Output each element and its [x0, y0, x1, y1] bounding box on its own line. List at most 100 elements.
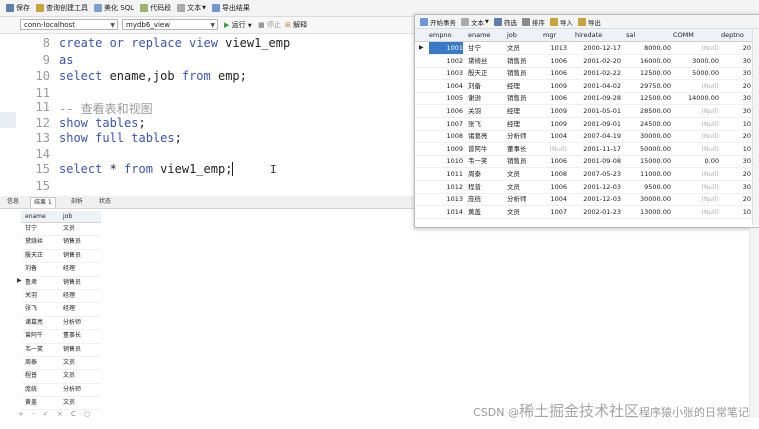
- table-cell[interactable]: 29750.00: [621, 80, 671, 92]
- table-row[interactable]: 诸葛亮 分析师: [21, 317, 101, 331]
- column-header[interactable]: job: [507, 29, 517, 41]
- table-cell[interactable]: 12500.00: [621, 92, 671, 104]
- table-cell[interactable]: 关羽: [21, 290, 59, 302]
- table-cell[interactable]: 文员: [59, 357, 97, 369]
- column-header[interactable]: ename: [21, 211, 59, 222]
- table-cell[interactable]: 1003: [429, 67, 463, 79]
- column-header[interactable]: ename: [468, 29, 490, 41]
- connection-select[interactable]: conn-localhost ▼: [20, 19, 118, 30]
- table-cell[interactable]: 分析师: [59, 317, 97, 329]
- table-cell[interactable]: 24500.00: [621, 118, 671, 130]
- table-row[interactable]: 鲁肃 销售员: [21, 277, 101, 290]
- table-row[interactable]: 韦一笑 销售员: [21, 344, 101, 357]
- column-header[interactable]: empno: [429, 29, 452, 41]
- table-cell[interactable]: 张飞: [468, 118, 504, 130]
- table-cell[interactable]: 1007: [533, 206, 567, 218]
- table-cell[interactable]: 殷天正: [21, 250, 59, 262]
- table-cell[interactable]: 0.00: [673, 155, 719, 167]
- table-cell[interactable]: 30: [721, 181, 751, 193]
- table-row[interactable]: 刘备 经理: [21, 263, 101, 277]
- table-cell[interactable]: 2001-04-02: [571, 80, 621, 92]
- table-cell[interactable]: 10: [721, 206, 751, 218]
- table-cell[interactable]: 2001-11-17: [571, 143, 621, 155]
- table-cell[interactable]: 程普: [468, 181, 504, 193]
- table-cell[interactable]: 3000.00: [673, 55, 719, 67]
- table-cell[interactable]: 1011: [429, 168, 463, 180]
- table-cell[interactable]: 30: [721, 55, 751, 67]
- table-row[interactable]: 甘宁 文员: [21, 223, 101, 237]
- table-cell[interactable]: 张飞: [21, 303, 59, 315]
- table-cell[interactable]: 1004: [429, 80, 463, 92]
- table-cell[interactable]: 10: [721, 143, 751, 155]
- table-row[interactable]: 殷天正 销售员: [21, 250, 101, 264]
- filter-button[interactable]: 筛选: [493, 17, 517, 27]
- table-cell[interactable]: 30000.00: [621, 193, 671, 205]
- export-result-button[interactable]: 导出结果: [211, 3, 250, 13]
- table-cell[interactable]: 2000-12-17: [571, 42, 621, 54]
- table-cell[interactable]: 经理: [59, 290, 97, 302]
- table-cell[interactable]: 1008: [429, 130, 463, 142]
- table-cell[interactable]: 刘备: [21, 263, 59, 275]
- table-cell[interactable]: 曾阿牛: [468, 143, 504, 155]
- table-cell[interactable]: 庞统: [468, 193, 504, 205]
- import-button[interactable]: 导入: [549, 17, 573, 27]
- table-row[interactable]: 周泰 文员: [21, 357, 101, 371]
- column-header[interactable]: job: [59, 211, 97, 222]
- table-cell[interactable]: 28500.00: [621, 105, 671, 117]
- table-cell[interactable]: 曾阿牛: [21, 330, 59, 342]
- table-cell[interactable]: 30000.00: [621, 130, 671, 142]
- table-cell[interactable]: 1010: [429, 155, 463, 167]
- table-cell[interactable]: 12500.00: [621, 67, 671, 79]
- column-header[interactable]: sal: [626, 29, 635, 41]
- begin-transaction-button[interactable]: 开始事务: [420, 17, 456, 27]
- code-snippet-button[interactable]: 代码段: [140, 3, 171, 13]
- export-button[interactable]: 导出: [577, 17, 601, 27]
- table-cell[interactable]: 2002-01-23: [571, 206, 621, 218]
- table-cell[interactable]: 5000.00: [673, 67, 719, 79]
- table-cell[interactable]: 20: [721, 80, 751, 92]
- table-cell[interactable]: (Null): [673, 80, 719, 92]
- table-row[interactable]: 1008 诸葛亮 分析师 1004 2007-04-19 30000.00 (Null) 20: [415, 130, 759, 144]
- table-cell[interactable]: 周泰: [468, 168, 504, 180]
- table-row[interactable]: 黛绮丝 销售员: [21, 236, 101, 250]
- table-cell[interactable]: 1013: [533, 42, 567, 54]
- table-cell[interactable]: 30: [721, 92, 751, 104]
- result-grid[interactable]: ename job 甘宁 文员 黛绮丝 销售员 殷天正 销售员 刘备 经理 鲁肃 销售员 关羽 经理 张飞…: [21, 211, 101, 411]
- table-cell[interactable]: 1006: [533, 67, 567, 79]
- table-cell[interactable]: (Null): [673, 143, 719, 155]
- table-cell[interactable]: 1014: [429, 206, 463, 218]
- table-cell[interactable]: 13000.00: [621, 206, 671, 218]
- table-cell[interactable]: 2001-02-22: [571, 67, 621, 79]
- table-cell[interactable]: 文员: [59, 397, 97, 409]
- table-cell[interactable]: (Null): [673, 105, 719, 117]
- tab-result-1[interactable]: 结果 1: [30, 197, 56, 208]
- table-cell[interactable]: 2001-02-20: [571, 55, 621, 67]
- table-cell[interactable]: 韦一笑: [21, 344, 59, 356]
- table-cell[interactable]: 1002: [429, 55, 463, 67]
- table-cell[interactable]: 20: [721, 193, 751, 205]
- database-select[interactable]: mydb6_view ▼: [122, 19, 218, 30]
- text-button[interactable]: 文本 ▼: [461, 17, 489, 27]
- table-cell[interactable]: 2001-09-28: [571, 92, 621, 104]
- table-row[interactable]: 关羽 经理: [21, 290, 101, 304]
- table-cell[interactable]: (Null): [673, 206, 719, 218]
- table-cell[interactable]: 1004: [533, 193, 567, 205]
- table-cell[interactable]: 黛绮丝: [21, 236, 59, 248]
- stop-button[interactable]: ■ 停止: [258, 20, 281, 30]
- sort-button[interactable]: 排序: [521, 17, 545, 27]
- table-cell[interactable]: 经理: [59, 263, 97, 275]
- table-cell[interactable]: 2001-05-01: [571, 105, 621, 117]
- table-cell[interactable]: 30: [721, 67, 751, 79]
- table-cell[interactable]: 1004: [533, 130, 567, 142]
- table-cell[interactable]: 2001-12-03: [571, 193, 621, 205]
- table-cell[interactable]: 关羽: [468, 105, 504, 117]
- table-cell[interactable]: 15000.00: [621, 155, 671, 167]
- table-row[interactable]: 1010 韦一笑 销售员 1006 2001-09-08 15000.00 0.00 30: [415, 155, 759, 169]
- column-header[interactable]: hiredate: [575, 29, 602, 41]
- table-cell[interactable]: 9500.00: [621, 181, 671, 193]
- text-button[interactable]: 文本 ▼: [177, 3, 206, 13]
- table-cell[interactable]: 1005: [429, 92, 463, 104]
- table-cell[interactable]: 2007-04-19: [571, 130, 621, 142]
- table-row[interactable]: 1013 庞统 分析师 1004 2001-12-03 30000.00 (Null) 20: [415, 193, 759, 207]
- table-cell[interactable]: 1006: [533, 55, 567, 67]
